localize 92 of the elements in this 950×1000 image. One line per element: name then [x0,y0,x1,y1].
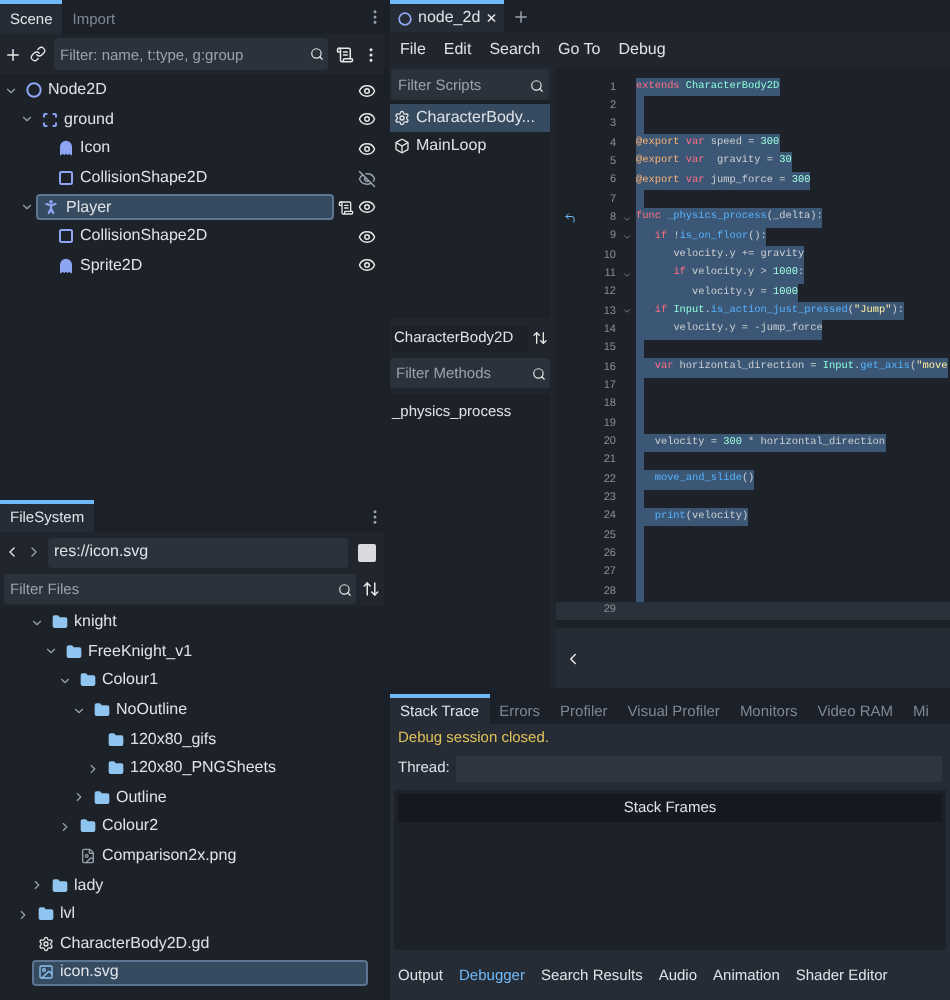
gear-icon [38,935,54,952]
folder-icon [38,906,54,923]
search-icon[interactable] [532,366,546,380]
back-icon[interactable] [4,544,20,560]
folder-row[interactable]: Colour2 [74,813,368,840]
script-item[interactable]: CharacterBody... [390,104,550,132]
fold-icon[interactable] [621,269,631,280]
tab-label: node_2d [418,6,481,30]
tree-item[interactable]: ground [36,106,334,133]
hidden-icon[interactable] [358,169,376,188]
gear-icon [394,110,410,126]
tree-row[interactable]: icon.svg [32,959,368,986]
folder-icon [94,789,110,806]
fold-icon[interactable] [621,213,631,224]
sprite-icon [58,257,74,274]
collapse-icon[interactable] [58,673,72,688]
folder-icon [80,672,96,689]
collapse-panel-icon[interactable] [564,649,582,667]
link-icon[interactable] [30,46,46,62]
menu-item[interactable]: File [400,38,426,62]
menu-item[interactable]: Debug [618,38,666,62]
folder-icon [94,702,110,719]
folder-icon [108,760,124,777]
folder-row[interactable]: 120x80_PNGSheets [102,755,368,782]
tree-item[interactable]: CollisionShape2D [52,223,334,250]
fold-icon[interactable] [621,306,631,317]
collapse-icon[interactable] [72,703,86,718]
expand-icon[interactable] [58,819,72,834]
path-field[interactable]: res://icon.svg [48,537,348,567]
folder-row[interactable]: FreeKnight_v1 [60,638,368,665]
forward-icon[interactable] [26,544,42,560]
collapse-icon[interactable] [20,112,34,127]
visibility-icon[interactable] [358,256,376,275]
sort-icon[interactable] [362,580,380,598]
add-icon[interactable] [512,7,531,25]
search-icon[interactable] [530,78,544,92]
visibility-icon[interactable] [358,110,376,129]
expand-icon[interactable] [30,878,44,893]
menu-item[interactable]: Edit [443,38,472,62]
folder-row[interactable]: lvl [32,901,368,928]
menu-item[interactable]: Search [489,38,541,62]
collapse-icon[interactable] [20,200,34,215]
folder-icon [52,614,68,631]
folder-row[interactable]: lady [46,872,368,899]
image-file-icon [80,848,96,865]
search-icon[interactable] [310,47,324,61]
script-icon[interactable] [336,45,354,63]
collision-shape-icon [58,228,74,245]
visibility-icon[interactable] [358,227,376,246]
close-button[interactable]: × [486,9,497,27]
expand-icon[interactable] [72,790,86,805]
folder-row[interactable]: knight [46,609,368,636]
tree-item[interactable]: Node2D [20,77,334,104]
scene-tab[interactable]: node_2d × [390,0,505,32]
folder-icon [108,731,124,748]
tree-item[interactable]: CollisionShape2D [52,165,334,192]
character-icon [42,198,60,217]
tree-item[interactable]: Sprite2D [52,252,334,279]
collapse-icon[interactable] [30,615,44,630]
sprite-icon [58,140,74,157]
collapse-icon[interactable] [44,644,58,659]
folder-icon [66,643,82,660]
image-icon [38,964,54,981]
tree-row[interactable]: CharacterBody2D.gd [32,930,368,957]
tree-row[interactable]: Comparison2x.png [74,843,368,870]
toggle-view-icon[interactable] [358,543,376,561]
menu-item[interactable]: Go To [558,38,601,62]
script-icon[interactable] [338,199,354,216]
folder-row[interactable]: NoOutline [88,697,368,724]
tree-item[interactable]: Player [36,194,334,221]
circle-node-icon [398,11,412,25]
collision-shape-icon [58,170,74,187]
tree-item[interactable]: Icon [52,135,334,162]
collapse-icon[interactable] [4,83,18,98]
sort-icon[interactable] [532,330,548,346]
folder-icon [52,877,68,894]
expand-icon[interactable] [16,907,30,922]
folder-icon [80,818,96,835]
static-body-icon [42,111,58,128]
folder-row[interactable]: Outline [88,784,368,811]
object-icon [394,138,410,154]
fold-icon[interactable] [621,231,631,242]
visibility-icon[interactable] [358,198,376,217]
circle-node-icon [26,82,42,99]
folder-row[interactable]: Colour1 [74,667,368,694]
expand-icon[interactable] [86,761,100,776]
visibility-icon[interactable] [358,139,376,158]
visibility-icon[interactable] [358,81,376,100]
search-icon[interactable] [338,582,352,596]
tree-row[interactable]: 120x80_gifs [102,726,368,753]
add-icon[interactable] [4,45,22,63]
script-item[interactable]: MainLoop [390,132,550,160]
